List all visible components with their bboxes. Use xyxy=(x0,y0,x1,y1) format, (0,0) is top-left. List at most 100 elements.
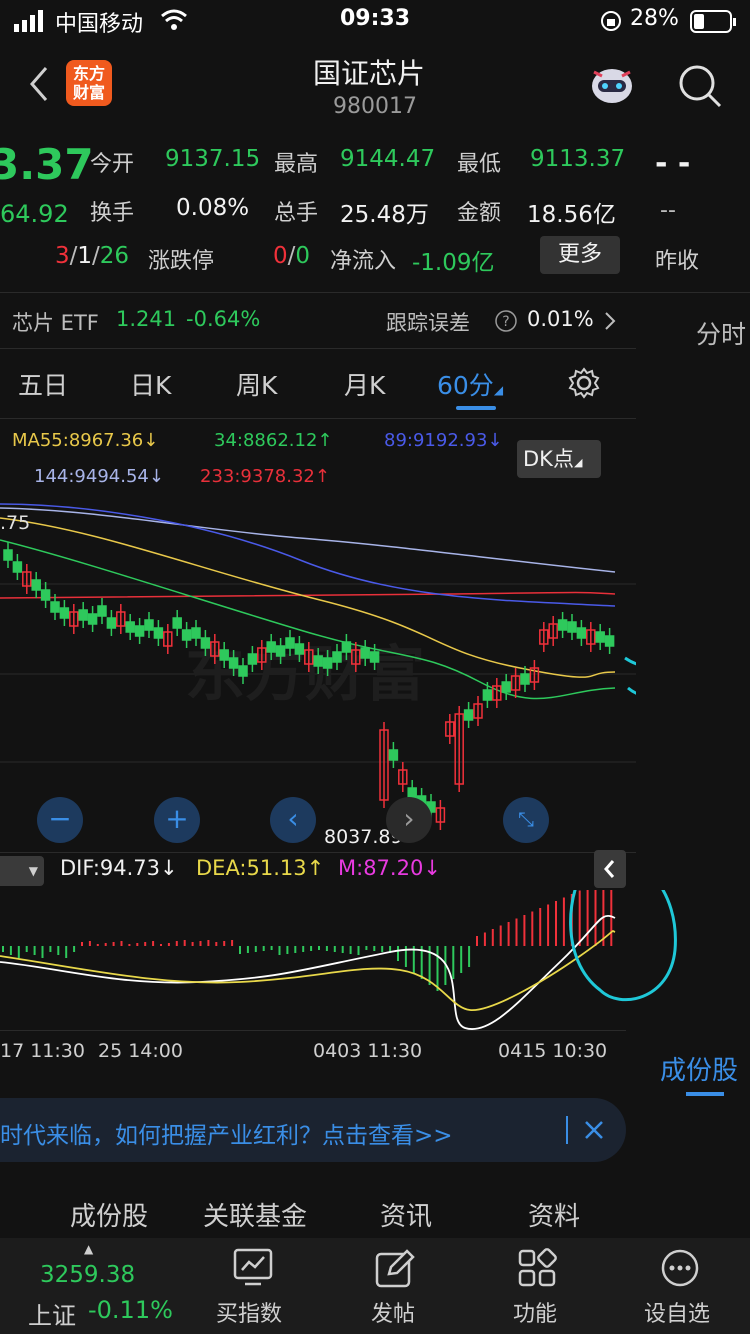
nav-label: 买指数 xyxy=(216,1302,283,1327)
index-value[interactable]: 3259.38 xyxy=(40,1262,135,1288)
macd-bar xyxy=(41,946,44,958)
zoom-in-button[interactable]: + xyxy=(154,797,200,843)
ma89-label: 89:9192.93↓ xyxy=(384,430,503,451)
macd-bar xyxy=(294,946,297,953)
scroll-left-button[interactable]: ‹ xyxy=(270,797,316,843)
amount-value: 18.56亿 xyxy=(527,202,616,228)
index-name[interactable]: 上证 xyxy=(28,1296,76,1331)
nav-buy-index[interactable]: 买指数 xyxy=(205,1238,305,1334)
etf-price: 1.241 xyxy=(116,307,177,331)
macd-bar xyxy=(594,890,597,946)
page-title: 国证芯片 xyxy=(313,57,426,90)
macd-bar xyxy=(452,946,455,979)
candle-body xyxy=(3,549,13,561)
macd-bar xyxy=(65,946,68,958)
app-logo: 东方 财富 xyxy=(66,60,112,106)
more-button[interactable]: 更多 xyxy=(540,236,620,274)
nav-add-watchlist[interactable]: 设自选 xyxy=(630,1238,730,1334)
candle-body xyxy=(31,579,41,591)
macd-bar xyxy=(373,946,376,951)
tab-5day[interactable]: 五日 xyxy=(18,366,68,402)
macd-bar xyxy=(17,946,20,958)
tab-news[interactable]: 资讯 xyxy=(380,1196,432,1233)
side-tab-underline xyxy=(686,1092,724,1096)
advance-decline: 3/1/26 xyxy=(55,243,130,269)
low-value: 9113.37 xyxy=(530,146,626,172)
macd-bar xyxy=(112,942,115,946)
candle-body xyxy=(238,665,248,677)
fullscreen-button[interactable]: ⤡ xyxy=(503,797,549,843)
search-icon[interactable] xyxy=(676,62,724,114)
zoom-out-button[interactable]: − xyxy=(37,797,83,843)
carrier: 中国移动 xyxy=(55,12,144,37)
candle-body xyxy=(313,655,323,667)
candle-body xyxy=(275,645,286,657)
promo-banner[interactable]: 时代来临，如何把握产业红利？点击查看>> xyxy=(0,1098,626,1162)
tab-related-funds[interactable]: 关联基金 xyxy=(203,1196,307,1233)
macd-bar xyxy=(491,929,494,946)
kline-chart[interactable]: 东方财富 xyxy=(0,490,636,850)
tab-60min[interactable]: 60分◢ xyxy=(437,366,503,402)
battery-percent: 28% xyxy=(630,6,679,31)
nav-label: 设自选 xyxy=(644,1302,711,1327)
macd-bar xyxy=(239,946,241,954)
index-change[interactable]: -0.11% xyxy=(88,1296,173,1324)
tab-daily-k[interactable]: 日K xyxy=(130,366,171,402)
candle-body xyxy=(482,689,493,701)
macd-bar xyxy=(199,941,202,946)
macd-bar xyxy=(81,942,83,946)
tab-weekly-k[interactable]: 周K xyxy=(236,366,277,402)
macd-bar xyxy=(436,946,439,991)
macd-bar xyxy=(88,941,91,946)
nav-functions[interactable]: 功能 xyxy=(487,1238,587,1334)
time-label-4: 0415 10:30 xyxy=(498,1040,608,1062)
macd-bar xyxy=(468,946,471,967)
scroll-right-button[interactable]: › xyxy=(386,797,432,843)
macd-bar xyxy=(286,946,289,954)
candle-body xyxy=(567,621,577,633)
macd-bar xyxy=(57,946,60,955)
macd-bar xyxy=(104,943,107,946)
candle-body xyxy=(294,643,305,655)
collapse-panel-button[interactable] xyxy=(594,850,626,888)
nav-post[interactable]: 发帖 xyxy=(345,1238,445,1334)
ma233-label: 233:9378.32↑ xyxy=(200,466,330,487)
close-icon[interactable] xyxy=(582,1116,606,1148)
turnover-label: 换手 xyxy=(90,201,135,226)
help-icon[interactable]: ? xyxy=(494,309,518,337)
chevron-right-icon[interactable] xyxy=(603,310,617,336)
ma144-label: 144:9494.54↓ xyxy=(34,466,164,487)
tab-components[interactable]: 成份股 xyxy=(70,1196,148,1233)
macd-bar xyxy=(515,918,518,946)
current-price: 3.37 xyxy=(0,140,94,189)
stock-code: 980017 xyxy=(333,94,417,119)
macd-bar xyxy=(310,946,313,951)
tab-monthly-k[interactable]: 月K xyxy=(344,366,385,402)
side-tab-intraday[interactable]: 分时 xyxy=(696,315,746,351)
macd-bar xyxy=(341,946,344,953)
time-label-1: 17 11:30 xyxy=(0,1040,85,1062)
chart-trend-icon xyxy=(233,1248,273,1290)
candle-body xyxy=(50,601,60,613)
macd-bar xyxy=(33,946,36,955)
high-value: 9144.47 xyxy=(340,146,436,172)
rotation-lock-icon xyxy=(600,10,622,38)
candle-body xyxy=(463,709,474,721)
macd-bar xyxy=(365,946,368,950)
edit-icon xyxy=(375,1248,415,1292)
dk-point-button[interactable]: DK点◢ xyxy=(517,440,601,478)
settings-gear-icon[interactable] xyxy=(567,366,601,404)
time-label-3: 0403 11:30 xyxy=(313,1040,423,1062)
tab-profile[interactable]: 资料 xyxy=(528,1196,580,1233)
candle-body xyxy=(191,627,201,639)
candle-body xyxy=(59,607,70,619)
candle-body xyxy=(388,749,399,761)
macd-bar xyxy=(381,946,384,952)
robot-assistant-icon[interactable] xyxy=(586,62,638,112)
etf-label[interactable]: 芯片 ETF xyxy=(12,307,99,337)
indicator-select[interactable]: ▼ xyxy=(0,856,44,886)
macd-bar xyxy=(9,946,12,955)
tracking-label: 跟踪误差 xyxy=(386,311,470,335)
back-button[interactable] xyxy=(26,64,52,108)
side-tab-components[interactable]: 成份股 xyxy=(660,1050,738,1087)
